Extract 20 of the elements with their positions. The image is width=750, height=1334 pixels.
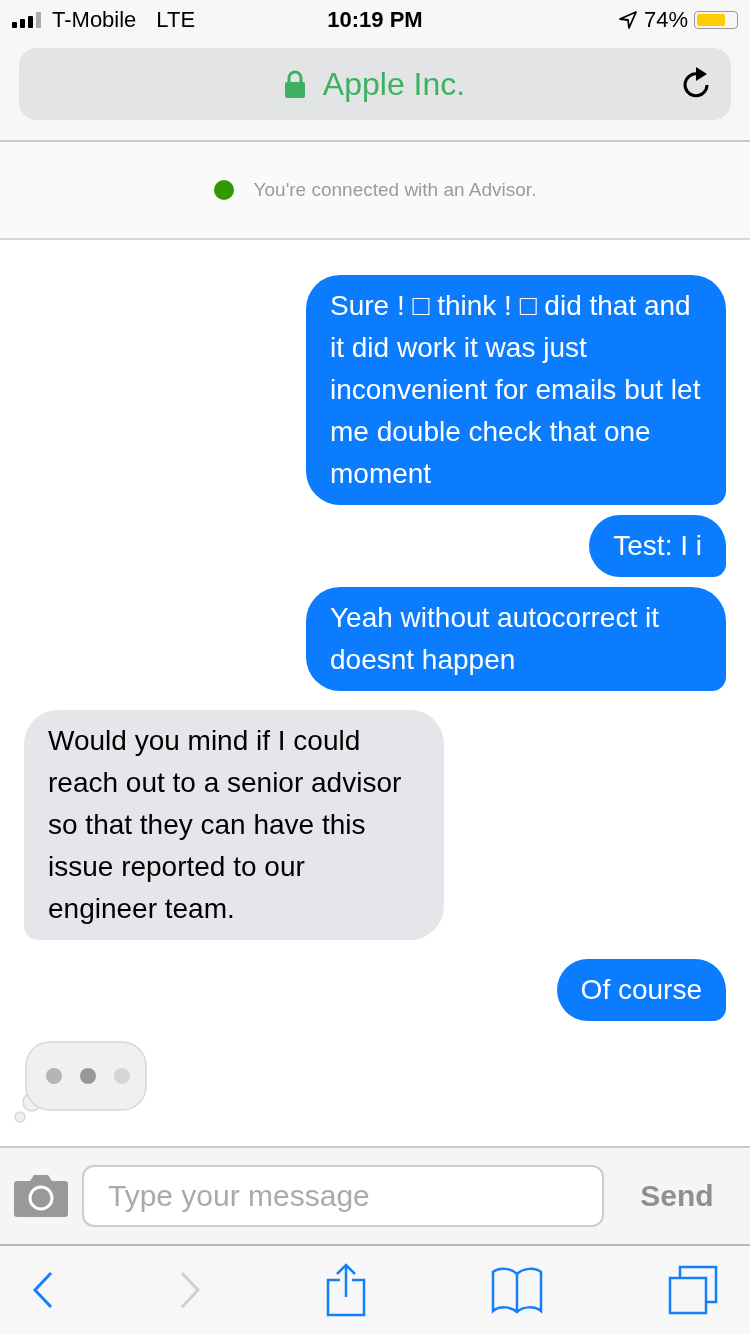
- message-bubble: Yeah without autocorrect it doesnt happen: [306, 587, 726, 691]
- message-bubble: Would you mind if I could reach out to a senior advisor so that they can have this issue reported to our engineer team.: [24, 710, 444, 940]
- battery-icon: [694, 11, 738, 29]
- address-bar[interactable]: Apple Inc.: [19, 48, 731, 120]
- carrier-name: T-Mobile: [52, 7, 137, 33]
- send-button[interactable]: Send: [618, 1179, 736, 1213]
- share-icon[interactable]: [326, 1263, 366, 1317]
- message-bubble: Of course: [556, 959, 726, 1021]
- back-icon[interactable]: [32, 1271, 54, 1309]
- message-bubble: Test: I i: [589, 515, 726, 577]
- message-input[interactable]: Type your message: [82, 1165, 604, 1227]
- tabs-icon[interactable]: [668, 1265, 718, 1315]
- status-time: 10:19 PM: [327, 7, 423, 33]
- network-type: LTE: [156, 7, 196, 33]
- battery-percent: 74%: [643, 7, 688, 33]
- location-icon: [617, 10, 638, 30]
- connection-status: You're connected with an Advisor.: [253, 179, 537, 201]
- message-bubble: Sure ! □ think ! □ did that and it did work it was just inconvenient for emails but let me double check that one moment: [306, 275, 726, 505]
- camera-icon[interactable]: [14, 1175, 68, 1217]
- book-icon[interactable]: [491, 1266, 543, 1314]
